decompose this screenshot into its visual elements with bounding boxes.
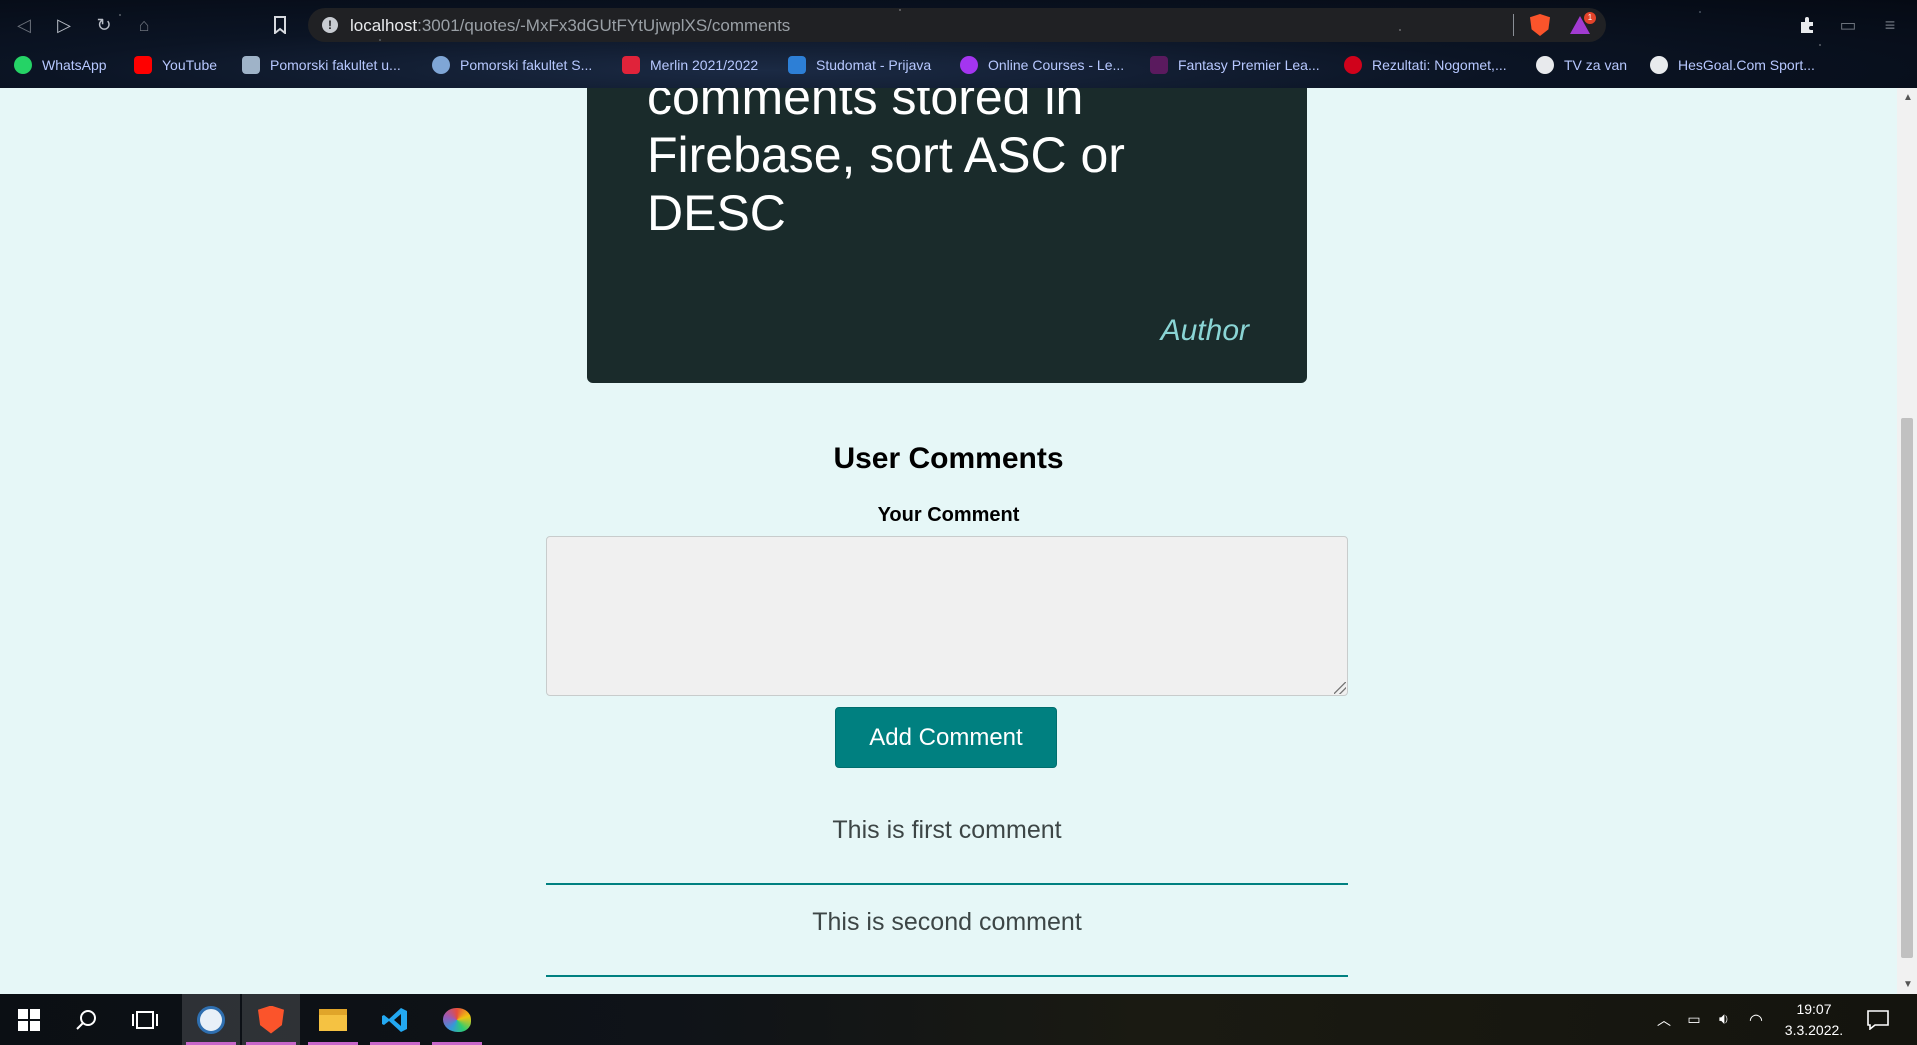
bookmark-item[interactable]: Rezultati: Nogomet,... <box>1344 56 1507 74</box>
wifi-icon[interactable]: ◠ <box>1742 994 1770 1045</box>
scroll-up-icon[interactable]: ▲ <box>1903 92 1913 103</box>
faculty-icon <box>432 56 450 74</box>
comment-text: This is second comment <box>812 908 1082 936</box>
bookmark-item[interactable]: HesGoal.Com Sport... <box>1650 56 1815 74</box>
comment-field-label: Your Comment <box>877 504 1020 526</box>
bookmarks-bar: WhatsApp YouTube Pomorski fakultet u... … <box>0 52 1917 80</box>
volume-icon[interactable]: 🔉︎ <box>1710 994 1738 1045</box>
reload-icon[interactable]: ↻ <box>90 11 118 39</box>
textarea-resize-handle[interactable] <box>1334 682 1346 694</box>
bookmark-item[interactable]: TV za van <box>1536 56 1627 74</box>
folder-icon <box>319 1008 347 1031</box>
youtube-icon <box>134 56 152 74</box>
navigation-bar: ◁ ▷ ↻ ⌂ ! localhost:3001/quotes/-MxFx3dG… <box>0 0 1917 50</box>
results-icon <box>1344 56 1362 74</box>
search-icon[interactable] <box>58 994 116 1045</box>
bookmark-item[interactable]: Pomorski fakultet S... <box>432 56 592 74</box>
notifications-icon[interactable] <box>1854 994 1902 1045</box>
brave-icon <box>258 1005 284 1034</box>
taskbar-paint[interactable] <box>428 994 486 1045</box>
home-icon[interactable]: ⌂ <box>130 11 158 39</box>
scroll-down-icon[interactable]: ▼ <box>1903 979 1913 990</box>
quote-card: comments stored in Firebase, sort ASC or… <box>587 88 1307 383</box>
address-divider <box>1513 14 1514 36</box>
bookmark-item[interactable]: Merlin 2021/2022 <box>622 56 758 74</box>
forward-icon[interactable]: ▷ <box>50 11 78 39</box>
comment-item: This is first comment <box>546 816 1348 885</box>
studomat-icon <box>788 56 806 74</box>
browser-chrome: ◁ ▷ ↻ ⌂ ! localhost:3001/quotes/-MxFx3dG… <box>0 0 1917 88</box>
comments-heading: User Comments <box>833 442 1064 475</box>
url-text[interactable]: localhost:3001/quotes/-MxFx3dGUtFYtUjwpl… <box>350 16 790 36</box>
vscode-icon <box>382 1007 407 1032</box>
whatsapp-icon <box>14 56 32 74</box>
extensions-icon[interactable] <box>1794 11 1822 39</box>
task-view-icon[interactable] <box>116 994 174 1045</box>
fpl-icon <box>1150 56 1168 74</box>
paint-palette-icon <box>443 1007 471 1032</box>
comment-text: This is first comment <box>832 816 1062 844</box>
taskbar-clock-app[interactable] <box>182 994 240 1045</box>
add-comment-button[interactable]: Add Comment <box>835 707 1057 768</box>
merlin-icon <box>622 56 640 74</box>
globe-icon <box>1536 56 1554 74</box>
taskbar-brave[interactable] <box>242 994 300 1045</box>
taskbar-time[interactable]: 19:07 <box>1776 1001 1852 1017</box>
menu-icon[interactable]: ≡ <box>1876 11 1904 39</box>
bookmark-item[interactable]: Pomorski fakultet u... <box>242 56 401 74</box>
quote-author: Author <box>1160 314 1249 347</box>
football-icon <box>1650 56 1668 74</box>
comment-textarea[interactable] <box>546 536 1348 696</box>
brave-shields-icon[interactable] <box>1530 14 1550 36</box>
quote-text: comments stored in Firebase, sort ASC or… <box>647 88 1125 241</box>
bookmark-item[interactable]: Fantasy Premier Lea... <box>1150 56 1320 74</box>
battery-icon[interactable]: ▭ <box>1680 994 1708 1045</box>
windows-logo-icon <box>18 1008 40 1031</box>
taskbar-date[interactable]: 3.3.2022. <box>1776 1022 1852 1038</box>
site-info-icon[interactable]: ! <box>322 17 338 33</box>
bookmark-icon[interactable] <box>266 11 294 39</box>
show-hidden-icons-icon[interactable]: ︿ <box>1652 994 1676 1045</box>
bookmark-item[interactable]: Online Courses - Le... <box>960 56 1124 74</box>
clock-app-icon <box>197 1005 225 1034</box>
bookmark-item[interactable]: YouTube <box>134 56 217 74</box>
taskbar-file-explorer[interactable] <box>304 994 362 1045</box>
start-button[interactable] <box>0 994 58 1045</box>
windows-taskbar: ︿ ▭ 🔉︎ ◠ 19:07 3.3.2022. <box>0 994 1917 1045</box>
bookmark-item[interactable]: WhatsApp <box>14 56 107 74</box>
rewards-badge: 1 <box>1584 12 1596 24</box>
address-bar[interactable]: ! localhost:3001/quotes/-MxFx3dGUtFYtUjw… <box>308 8 1606 42</box>
udemy-icon <box>960 56 978 74</box>
comment-item: This is second comment <box>546 908 1348 977</box>
scroll-thumb[interactable] <box>1901 418 1913 958</box>
faculty-icon <box>242 56 260 74</box>
wallet-icon[interactable]: ▭ <box>1834 11 1862 39</box>
page-scrollbar[interactable]: ▲ ▼ <box>1897 88 1917 994</box>
back-icon[interactable]: ◁ <box>10 11 38 39</box>
bookmark-item[interactable]: Studomat - Prijava <box>788 56 931 74</box>
page-viewport: comments stored in Firebase, sort ASC or… <box>0 88 1897 994</box>
taskbar-vscode[interactable] <box>366 994 424 1045</box>
